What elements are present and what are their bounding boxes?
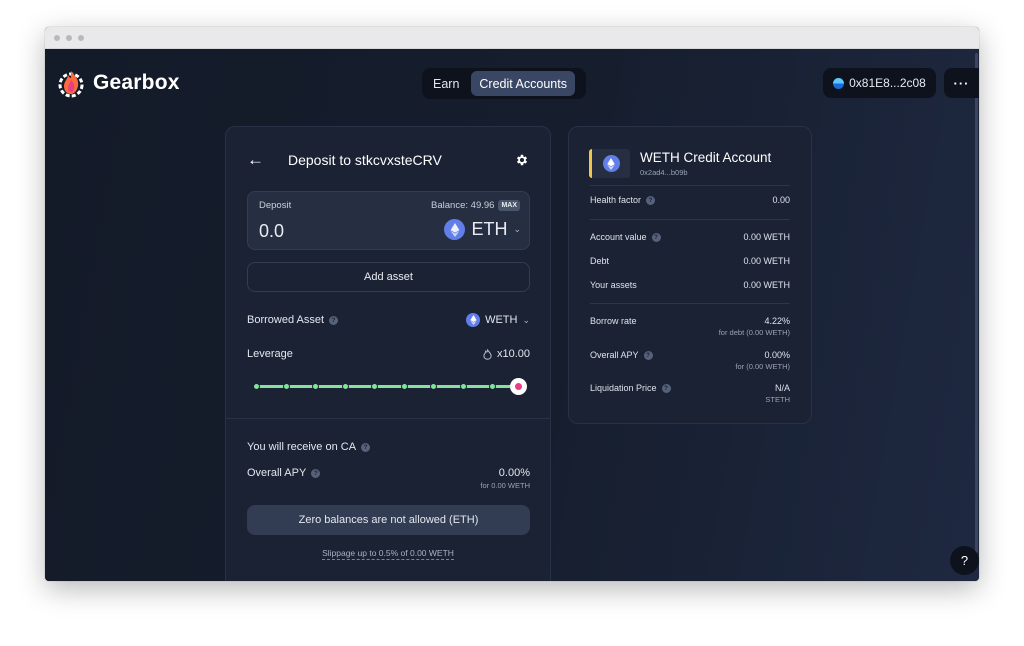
deposit-asset-label: ETH	[471, 219, 508, 239]
leverage-slider-track[interactable]	[256, 385, 518, 388]
overall-apy-label: Overall APY?	[247, 467, 321, 479]
credit-overall-apy-sub: for (0.00 WETH)	[735, 362, 790, 371]
overall-apy-block: 0.00% for 0.00 WETH	[480, 467, 530, 490]
balance-text: Balance: 49.96	[431, 200, 495, 211]
health-factor-value: 0.00	[772, 195, 790, 205]
deposit-amount-input[interactable]: 0.0	[259, 221, 284, 242]
section-divider	[226, 418, 550, 419]
debt-value: 0.00 WETH	[743, 256, 790, 266]
borrow-rate-sub: for debt (0.00 WETH)	[718, 328, 790, 337]
leverage-value: x10.00	[496, 348, 530, 360]
gear-icon[interactable]	[515, 153, 529, 167]
liquidation-price-sub: STETH	[765, 395, 790, 404]
leverage-tick[interactable]	[371, 383, 378, 390]
ethereum-icon	[602, 155, 620, 172]
leverage-tick[interactable]	[253, 383, 260, 390]
credit-overall-apy-value: 0.00%	[764, 350, 790, 360]
overall-apy-sub: for 0.00 WETH	[480, 481, 530, 490]
more-menu-button[interactable]: ···	[944, 68, 979, 98]
overall-apy-value: 0.00%	[498, 467, 530, 479]
info-icon[interactable]: ?	[329, 315, 339, 325]
leverage-label: Leverage	[247, 348, 293, 360]
liquidation-price-block: N/A STETH	[765, 383, 790, 404]
info-icon[interactable]: ?	[311, 468, 321, 478]
credit-account-title: WETH Credit Account	[640, 150, 772, 165]
leverage-tick[interactable]	[459, 383, 467, 390]
leverage-slider-thumb[interactable]	[510, 378, 527, 395]
help-button[interactable]: ?	[950, 546, 979, 575]
window-minimize-button[interactable]	[66, 35, 72, 41]
brand-logo[interactable]: Gearbox	[55, 67, 180, 99]
credit-overall-apy-block: 0.00% for (0.00 WETH)	[735, 350, 790, 371]
divider	[590, 185, 790, 186]
leverage-tick[interactable]	[312, 383, 319, 390]
credit-account-logo	[589, 149, 630, 178]
slippage-info[interactable]: Slippage up to 0.5% of 0.00 WETH	[226, 548, 550, 560]
your-assets-value: 0.00 WETH	[743, 280, 790, 290]
wallet-address: 0x81E8...2c08	[849, 76, 926, 90]
scrollbar[interactable]	[975, 53, 978, 553]
credit-overall-apy-label: Overall APY?	[590, 350, 653, 361]
ethereum-icon	[466, 313, 481, 327]
deposit-asset-select[interactable]: ETH ⌄	[444, 219, 521, 240]
chevron-down-icon: ⌄	[513, 224, 521, 234]
liquidation-price-value: N/A	[774, 383, 790, 393]
borrowed-asset-label: Borrowed Asset?	[247, 314, 339, 326]
wallet-button[interactable]: 0x81E8...2c08	[823, 68, 936, 98]
main-nav: Earn Credit Accounts	[422, 68, 586, 99]
app-root: Gearbox Earn Credit Accounts 0x81E8...2c…	[45, 49, 979, 581]
tab-earn[interactable]: Earn	[425, 71, 467, 96]
fire-icon	[483, 348, 492, 360]
credit-account-address[interactable]: 0x2ad4...b09b	[640, 168, 771, 177]
debt-label: Debt	[590, 256, 610, 266]
balance-info: Balance: 49.96 MAX	[431, 200, 520, 211]
info-icon[interactable]: ?	[646, 196, 656, 206]
account-value: 0.00 WETH	[743, 232, 790, 242]
health-factor-label: Health factor?	[590, 195, 656, 206]
divider	[590, 219, 790, 220]
info-icon[interactable]: ?	[643, 351, 653, 361]
max-button[interactable]: MAX	[498, 200, 520, 211]
liquidation-price-label: Liquidation Price?	[590, 383, 671, 394]
chevron-down-icon: ⌄	[522, 314, 530, 325]
deposit-card: ← Deposit to stkcvxsteCRV Deposit Balanc…	[225, 126, 551, 581]
window-close-button[interactable]	[54, 35, 60, 41]
ethereum-icon	[444, 219, 466, 240]
info-icon[interactable]: ?	[661, 384, 671, 394]
wallet-avatar-icon	[833, 77, 845, 89]
deposit-input-box[interactable]: Deposit Balance: 49.96 MAX 0.0 ETH ⌄	[247, 191, 530, 250]
tab-credit-accounts[interactable]: Credit Accounts	[471, 71, 575, 96]
receive-label: You will receive on CA?	[247, 441, 371, 453]
borrowed-asset-value: WETH	[485, 314, 518, 326]
leverage-tick[interactable]	[341, 383, 349, 390]
your-assets-label: Your assets	[590, 280, 637, 290]
leverage-slider[interactable]	[253, 378, 527, 395]
leverage-tick[interactable]	[489, 383, 496, 390]
credit-account-card: WETH Credit Account 0x2ad4...b09b Health…	[568, 126, 812, 424]
add-asset-button[interactable]: Add asset	[247, 262, 530, 292]
account-value-label: Account value?	[590, 232, 661, 243]
window-titlebar	[45, 27, 979, 49]
info-icon[interactable]: ?	[651, 233, 661, 243]
leverage-tick[interactable]	[282, 383, 290, 390]
borrow-rate-block: 4.22% for debt (0.00 WETH)	[719, 316, 790, 337]
leverage-readout: x10.00	[483, 348, 530, 360]
gearbox-flame-icon	[58, 71, 84, 98]
brand-name: Gearbox	[93, 71, 180, 94]
deposit-label: Deposit	[259, 200, 292, 211]
back-arrow-icon[interactable]: ←	[247, 150, 275, 170]
borrow-rate-label: Borrow rate	[590, 316, 637, 326]
borrowed-asset-select[interactable]: WETH ⌄	[466, 313, 530, 327]
submit-button[interactable]: Zero balances are not allowed (ETH)	[247, 505, 530, 535]
leverage-tick[interactable]	[400, 383, 408, 390]
info-icon[interactable]: ?	[361, 442, 371, 452]
divider	[590, 303, 790, 304]
window-maximize-button[interactable]	[78, 35, 84, 41]
browser-window: Gearbox Earn Credit Accounts 0x81E8...2c…	[45, 27, 979, 581]
deposit-title: Deposit to stkcvxsteCRV	[288, 152, 442, 168]
leverage-tick[interactable]	[430, 383, 437, 390]
borrow-rate-value: 4.22%	[764, 316, 790, 326]
